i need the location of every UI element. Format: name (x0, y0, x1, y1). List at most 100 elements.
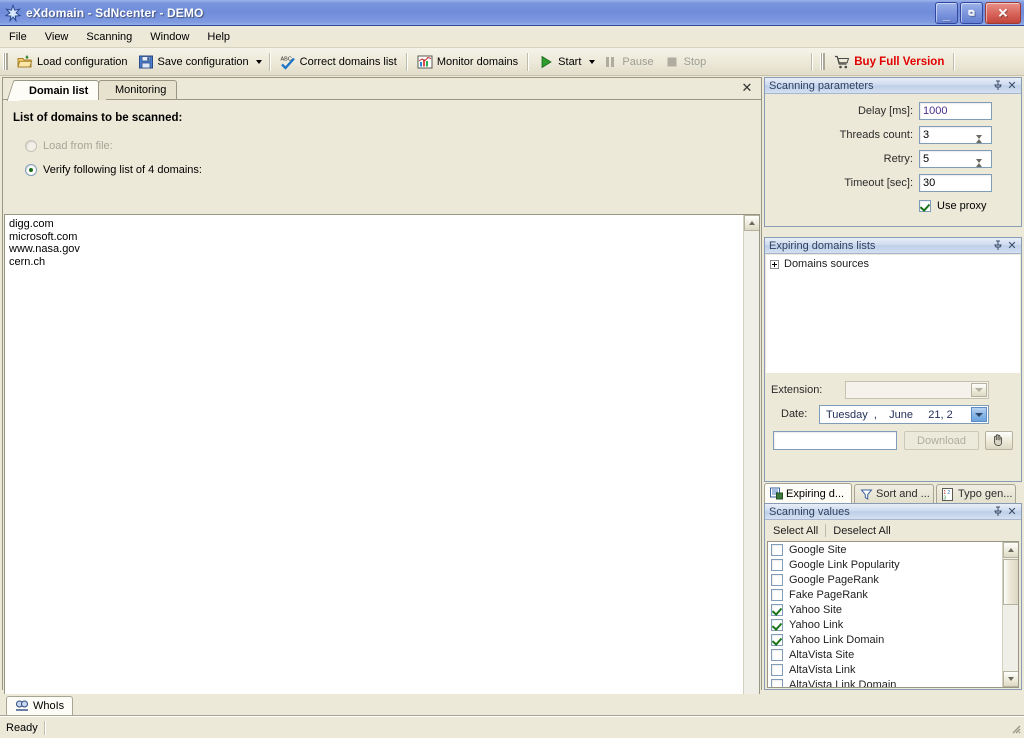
domain-line: microsoft.com (9, 230, 78, 243)
scanning-values-close-icon[interactable]: ✕ (1005, 505, 1019, 519)
menu-item-file[interactable]: File (0, 28, 36, 46)
scanning-value-checkbox[interactable] (771, 678, 783, 687)
spin-down-arrow-icon (976, 135, 982, 151)
minimize-button[interactable]: _ (935, 1, 958, 24)
download-button[interactable]: Download (904, 431, 979, 450)
scanning-value-checkbox[interactable] (771, 588, 783, 601)
use-proxy-row[interactable]: Use proxy (919, 200, 987, 212)
menu-item-scanning[interactable]: Scanning (77, 28, 141, 46)
stop-button[interactable]: Stop (659, 51, 712, 73)
list-item[interactable]: Google Site (768, 542, 1018, 557)
save-configuration-dropdown-icon[interactable] (254, 52, 265, 72)
load-from-file-radio[interactable] (25, 140, 37, 152)
scanning-values-list[interactable]: Google Site Google Link Popularity Googl… (767, 541, 1019, 688)
scanning-value-checkbox[interactable] (771, 543, 783, 556)
pin-icon[interactable] (991, 79, 1005, 93)
scanning-value-checkbox[interactable] (771, 618, 783, 631)
domains-sources-tree[interactable]: Domains sources (766, 255, 1020, 373)
play-icon (538, 54, 554, 70)
use-proxy-checkbox[interactable] (919, 200, 931, 212)
list-item[interactable]: AltaVista Link Domain (768, 677, 1018, 687)
list-item-label: Yahoo Site (789, 603, 843, 616)
tab-monitoring[interactable]: Monitoring (92, 80, 178, 100)
buy-full-version-button[interactable]: Buy Full Version (829, 51, 949, 73)
list-item[interactable]: Fake PageRank (768, 587, 1018, 602)
chevron-down-icon (975, 388, 983, 392)
scanning-values-scrollbar[interactable] (1002, 542, 1018, 687)
close-panel-icon[interactable]: ✕ (1005, 79, 1019, 93)
tab-whois[interactable]: WhoIs (6, 696, 74, 715)
load-from-file-row: Load from file: (25, 140, 113, 152)
list-item[interactable]: Yahoo Site (768, 602, 1018, 617)
dock-tab-typo-gen[interactable]: 1 2 3 Typo gen... (936, 484, 1016, 503)
date-chevron-down-icon (975, 412, 983, 417)
list-item[interactable]: Yahoo Link (768, 617, 1018, 632)
list-item[interactable]: Yahoo Link Domain (768, 632, 1018, 647)
delay-label: Delay [ms]: (857, 105, 913, 117)
domain-list-scrollbar[interactable] (743, 215, 759, 710)
tab-domain-list[interactable]: Domain list (6, 80, 100, 101)
deselect-all-button[interactable]: Deselect All (826, 524, 897, 538)
list-item[interactable]: AltaVista Link (768, 662, 1018, 677)
scanning-value-checkbox[interactable] (771, 603, 783, 616)
scanning-values-pin-icon[interactable] (991, 505, 1005, 519)
select-all-button[interactable]: Select All (766, 524, 825, 538)
expand-plus-icon[interactable] (770, 259, 779, 269)
stop-download-button[interactable] (985, 431, 1013, 450)
date-label: Date: (781, 408, 808, 420)
save-configuration-button[interactable]: Save configuration (133, 51, 254, 73)
pause-button[interactable]: Pause (597, 51, 658, 73)
dock-tab-sort-and[interactable]: Sort and ... (854, 484, 934, 503)
scanning-value-checkbox[interactable] (771, 663, 783, 676)
scanning-value-checkbox[interactable] (771, 633, 783, 646)
toolbar-grip[interactable] (3, 53, 8, 70)
timeout-input[interactable] (919, 174, 992, 192)
date-picker[interactable]: Tuesday , June 21, 2 (819, 405, 989, 424)
restore-button[interactable]: ⧉ (960, 1, 983, 24)
scanning-values-title: Scanning values (769, 505, 850, 518)
load-configuration-button[interactable]: Load configuration (12, 51, 133, 73)
date-dropdown-button[interactable] (971, 407, 987, 422)
list-item[interactable]: AltaVista Site (768, 647, 1018, 662)
timeout-label: Timeout [sec]: (844, 177, 913, 189)
menu-item-view[interactable]: View (36, 28, 78, 46)
delay-input[interactable] (919, 102, 992, 120)
expiring-filter-input[interactable] (773, 431, 897, 450)
menu-item-window[interactable]: Window (141, 28, 198, 46)
domain-list-body: List of domains to be scanned: Load from… (3, 100, 761, 711)
list-item[interactable]: Google Link Popularity (768, 557, 1018, 572)
sv-scroll-thumb[interactable] (1003, 559, 1018, 605)
close-document-icon[interactable]: ✕ (739, 80, 755, 96)
expiring-pin-icon[interactable] (991, 239, 1005, 253)
domain-list-textarea[interactable]: digg.com microsoft.com www.nasa.gov cern… (4, 214, 760, 711)
verify-list-radio[interactable] (25, 164, 37, 176)
expiring-close-panel-icon[interactable]: ✕ (1005, 239, 1019, 253)
monitor-domains-button[interactable]: Monitor domains (412, 51, 523, 73)
svg-text:3: 3 (943, 495, 946, 501)
extension-label: Extension: (771, 384, 823, 396)
correct-domains-list-button[interactable]: ABC Correct domains list (275, 51, 402, 73)
scanning-value-checkbox[interactable] (771, 648, 783, 661)
sv-scroll-up-button[interactable] (1003, 542, 1018, 558)
sv-scroll-down-button[interactable] (1003, 671, 1018, 687)
scroll-up-button[interactable] (744, 215, 759, 231)
tree-item-domains-sources[interactable]: Domains sources (766, 255, 1020, 273)
retry-stepper[interactable] (919, 150, 992, 175)
list-item[interactable]: Google PageRank (768, 572, 1018, 587)
menu-item-help[interactable]: Help (198, 28, 239, 46)
close-button[interactable]: ✕ (985, 1, 1021, 24)
extension-dropdown-button[interactable] (971, 383, 987, 397)
start-dropdown-icon[interactable] (586, 52, 597, 72)
scanning-parameters-header: Scanning parameters ✕ (765, 78, 1021, 94)
scanning-value-checkbox[interactable] (771, 573, 783, 586)
retry-spin-buttons[interactable] (976, 151, 991, 175)
client-area: Domain list Monitoring ✕ List of domains… (0, 76, 1024, 714)
resize-grip-icon[interactable] (1008, 721, 1022, 735)
extension-combobox[interactable] (845, 381, 989, 399)
buy-toolbar-grip[interactable] (820, 53, 826, 70)
threads-count-stepper[interactable] (919, 126, 992, 151)
threads-count-spin-buttons[interactable] (976, 127, 991, 151)
scanning-value-checkbox[interactable] (771, 558, 783, 571)
dock-tab-expiring-domains[interactable]: Expiring d... (764, 483, 852, 503)
start-button[interactable]: Start (533, 51, 586, 73)
